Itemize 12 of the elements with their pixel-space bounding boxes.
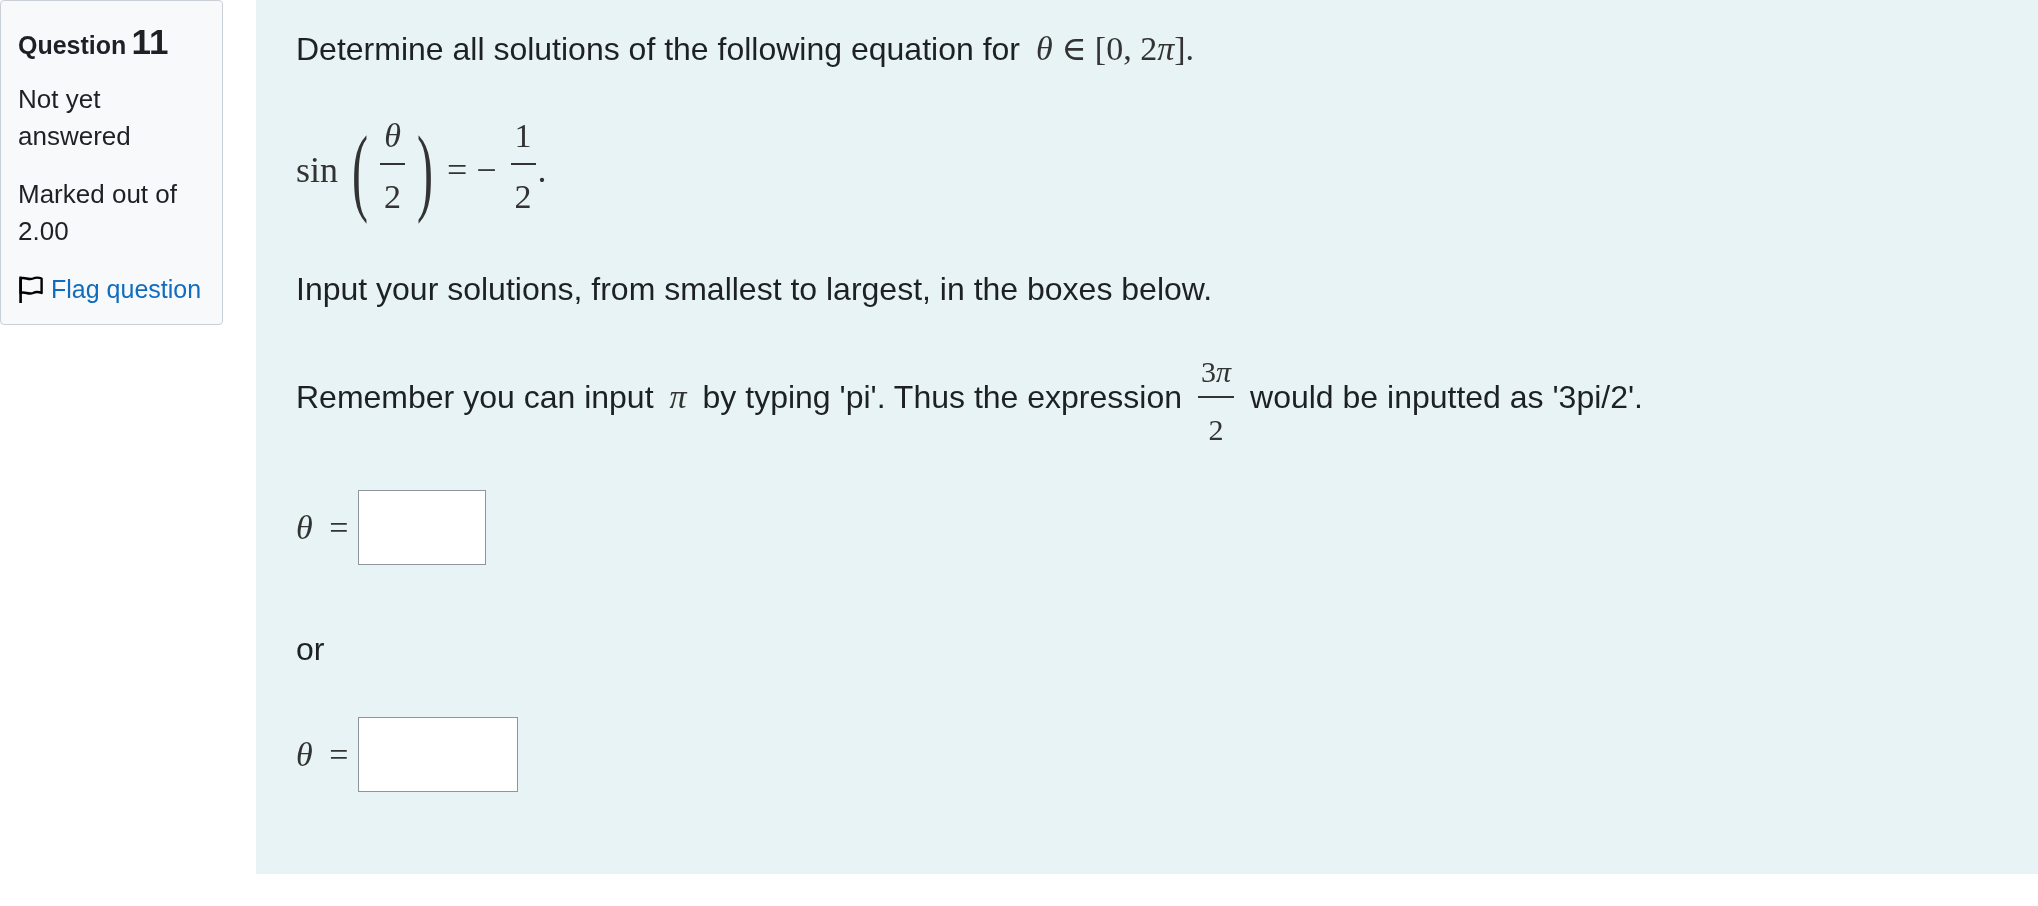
answer-field[interactable] xyxy=(358,490,487,565)
question-text: Remember you can input π by typing 'pi'. Thus the expression 3π 2 would be inputted as '3pi/2'. xyxy=(296,344,1643,450)
flag-question-link[interactable]: Flag question xyxy=(18,271,202,308)
answer-label: θ = xyxy=(296,508,349,547)
question-text: or xyxy=(296,630,325,669)
grade-info: Marked out of 2.00 xyxy=(18,178,178,248)
answer-label: θ = xyxy=(296,735,349,774)
question-text: Input your solutions, from smallest to largest, in the boxes below. xyxy=(296,270,1212,309)
answer-status: Not yet answered xyxy=(18,83,132,153)
question-heading: Question 11 xyxy=(18,21,169,63)
answer-field[interactable] xyxy=(358,717,519,792)
question-text: Determine all solutions of the following equation for θ ∈ [0, 2π]. xyxy=(296,29,1195,69)
